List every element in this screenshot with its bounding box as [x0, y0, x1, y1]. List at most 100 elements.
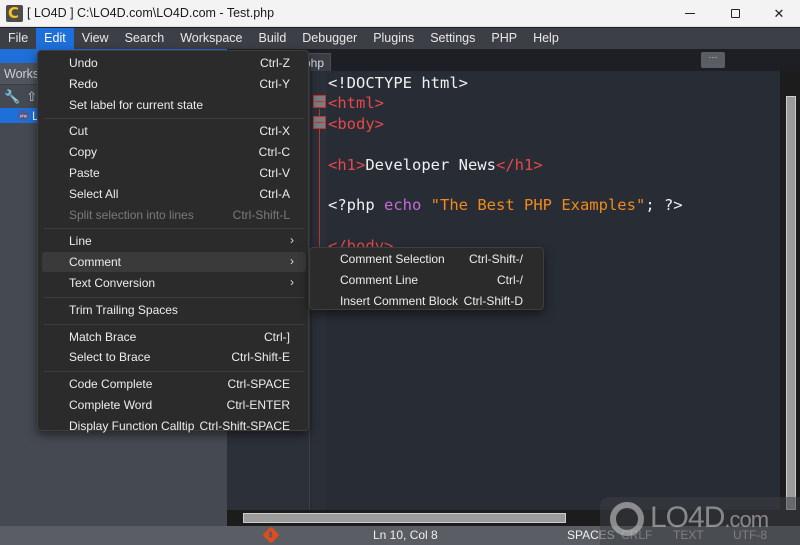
menu-debugger[interactable]: Debugger — [294, 28, 365, 49]
menu-item-label: Comment Selection — [340, 252, 445, 266]
menu-item-label: Set label for current state — [69, 97, 204, 112]
menu-item-shortcut: Ctrl-X — [259, 124, 290, 139]
menu-item-trim-trailing-spaces[interactable]: Trim Trailing Spaces — [42, 300, 306, 320]
menu-item-split-selection-into-lines[interactable]: Split selection into lines Ctrl-Shift-L — [42, 205, 306, 225]
sidebar-toolbar: 🔧 ⇧ — [4, 89, 37, 107]
menu-item-label: Select All — [69, 186, 119, 201]
menu-item-shortcut: Ctrl-Shift-SPACE — [199, 418, 290, 433]
code-line[interactable] — [328, 216, 683, 236]
code-token: "The Best PHP Examples" — [430, 196, 646, 215]
window-title: [ LO4D ] C:\LO4D.com\LO4D.com - Test.php — [27, 6, 275, 20]
menu-item-label: Trim Trailing Spaces — [69, 302, 178, 317]
menu-item-label: Code Complete — [69, 377, 153, 392]
menu-bar: File Edit View Search Workspace Build Debugger… — [0, 28, 800, 49]
menu-item-shortcut: Ctrl-SPACE — [227, 377, 290, 392]
menu-build[interactable]: Build — [250, 28, 294, 49]
horizontal-scroll-thumb[interactable] — [243, 513, 566, 523]
menu-item-label: Insert Comment Block — [340, 293, 459, 308]
code-token: echo — [384, 196, 422, 215]
upload-icon[interactable]: ⇧ — [26, 89, 37, 107]
menu-file[interactable]: File — [0, 28, 36, 49]
menu-item-label: Comment Line — [340, 272, 419, 287]
menu-item-shortcut: Ctrl-C — [258, 145, 290, 160]
menu-item-redo[interactable]: Redo Ctrl-Y — [42, 74, 306, 94]
menu-item-shortcut: Ctrl-ENTER — [226, 398, 290, 412]
menu-item-complete-word[interactable]: Complete Word Ctrl-ENTER — [42, 395, 306, 415]
menu-item-shortcut: Ctrl-Z — [260, 56, 290, 70]
menu-item-line[interactable]: Line › — [42, 231, 306, 251]
lo4d-logo-icon — [610, 502, 644, 536]
menu-item-paste[interactable]: Paste Ctrl-V — [42, 163, 306, 183]
menu-item-code-complete[interactable]: Code Complete Ctrl-SPACE — [42, 374, 306, 394]
code-line[interactable] — [328, 175, 683, 195]
menu-item-label: Complete Word — [69, 398, 153, 412]
submenu-item-insert-comment-block[interactable]: Insert Comment Block Ctrl-Shift-D — [310, 291, 543, 311]
chevron-right-icon: › — [290, 254, 294, 269]
code-content[interactable]: <!DOCTYPE html> <html> <body> <h1>Develope… — [328, 73, 683, 257]
menu-item-select-to-brace[interactable]: Select to Brace Ctrl-Shift-E — [42, 347, 306, 367]
minimize-button[interactable] — [667, 0, 713, 27]
menu-item-shortcut: Ctrl-Shift-/ — [469, 252, 523, 266]
close-button[interactable]: ✕ — [756, 0, 800, 27]
watermark-text: LO4D.com — [650, 501, 769, 534]
menu-separator — [44, 228, 304, 230]
code-line[interactable]: <h1>Developer News</h1> — [328, 155, 683, 175]
comment-submenu: Comment Selection Ctrl-Shift-/ Comment Lin… — [309, 247, 544, 310]
code-line[interactable]: <body> — [328, 114, 683, 134]
menu-search[interactable]: Search — [117, 28, 173, 49]
menu-item-shortcut: Ctrl-Y — [259, 76, 290, 91]
menu-workspace[interactable]: Workspace — [172, 28, 250, 49]
cursor-position[interactable]: Ln 10, Col 8 — [373, 528, 438, 542]
menu-item-label: Copy — [69, 145, 98, 160]
git-icon[interactable] — [262, 526, 280, 544]
maximize-button[interactable] — [712, 0, 758, 27]
submenu-item-comment-selection[interactable]: Comment Selection Ctrl-Shift-/ — [310, 249, 543, 269]
maximize-icon — [730, 9, 740, 18]
menu-item-match-brace[interactable]: Match Brace Ctrl-] — [42, 327, 306, 347]
menu-item-select-all[interactable]: Select All Ctrl-A — [42, 184, 306, 204]
menu-item-label: Split selection into lines — [69, 207, 194, 222]
menu-item-undo[interactable]: Undo Ctrl-Z — [42, 53, 306, 73]
app-logo-icon: C — [6, 4, 23, 22]
chevron-right-icon: › — [290, 233, 294, 248]
code-line[interactable]: <html> — [328, 93, 683, 113]
fold-toggle-body[interactable] — [313, 116, 326, 129]
menu-php[interactable]: PHP — [483, 28, 525, 49]
menu-item-label: Redo — [69, 76, 98, 91]
minimize-icon — [685, 13, 695, 14]
wrench-icon[interactable]: 🔧 — [4, 89, 20, 107]
code-line[interactable]: <!DOCTYPE html> — [328, 73, 683, 93]
menu-item-shortcut: Ctrl-] — [264, 329, 290, 344]
code-token: </h1> — [495, 155, 543, 174]
menu-plugins[interactable]: Plugins — [365, 28, 422, 49]
menu-item-display-function-calltip[interactable]: Display Function Calltip Ctrl-Shift-SPACE — [42, 416, 306, 436]
code-line[interactable]: <?php echo "The Best PHP Examples"; ?> — [328, 195, 683, 215]
menu-item-shortcut: Ctrl-A — [259, 186, 290, 201]
code-token: <html> — [328, 94, 384, 113]
code-token: Developer News — [365, 155, 496, 174]
vertical-scroll-thumb[interactable] — [786, 96, 796, 510]
chevron-right-icon: › — [290, 275, 294, 289]
menu-item-label: Comment — [69, 255, 122, 270]
menu-settings[interactable]: Settings — [422, 28, 483, 49]
menu-item-shortcut: Ctrl-/ — [497, 272, 523, 287]
tab-overflow-button[interactable]: ··· — [701, 52, 725, 68]
code-token: <h1> — [328, 155, 366, 174]
menu-item-copy[interactable]: Copy Ctrl-C — [42, 142, 306, 162]
menu-edit[interactable]: Edit — [36, 28, 74, 49]
menu-view[interactable]: View — [74, 28, 117, 49]
submenu-item-comment-line[interactable]: Comment Line Ctrl-/ — [310, 270, 543, 290]
title-bar: C [ LO4D ] C:\LO4D.com\LO4D.com - Test.p… — [0, 0, 800, 27]
fold-toggle-html[interactable] — [313, 95, 326, 108]
code-token: ; ?> — [645, 196, 683, 215]
menu-item-comment[interactable]: Comment › — [42, 252, 306, 273]
code-line[interactable] — [328, 134, 683, 154]
menu-item-set-label-for-current-state[interactable]: Set label for current state — [42, 95, 306, 115]
menu-help[interactable]: Help — [525, 28, 567, 49]
menu-item-cut[interactable]: Cut Ctrl-X — [42, 121, 306, 141]
code-token: <!DOCTYPE html> — [328, 74, 468, 92]
menu-item-text-conversion[interactable]: Text Conversion › — [42, 273, 306, 293]
menu-item-label: Undo — [69, 56, 98, 70]
git-icon-mark — [269, 531, 273, 538]
menu-item-label: Cut — [69, 124, 88, 139]
